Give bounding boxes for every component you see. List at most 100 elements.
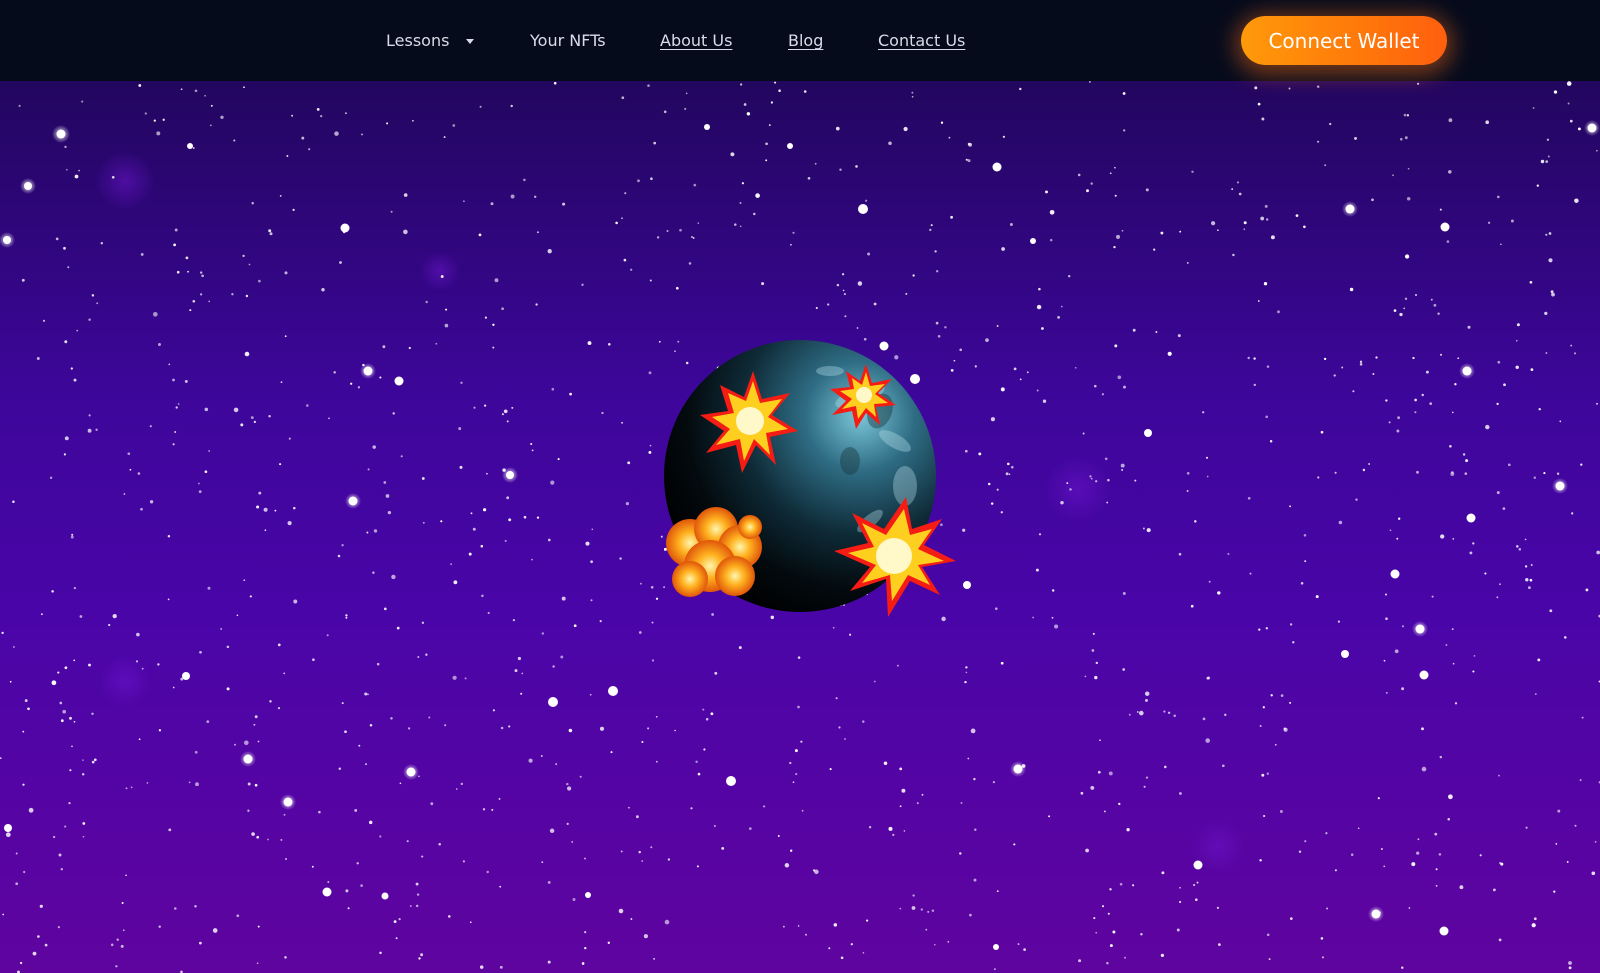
star xyxy=(1145,188,1149,192)
star xyxy=(1288,87,1291,90)
star xyxy=(1013,843,1016,846)
star xyxy=(901,788,906,793)
star xyxy=(73,378,77,382)
star xyxy=(1550,290,1554,294)
star xyxy=(122,929,125,932)
star xyxy=(168,828,172,832)
nav-about-us-link[interactable]: About Us xyxy=(660,29,732,53)
nav-blog-link[interactable]: Blog xyxy=(788,29,823,53)
star xyxy=(1545,160,1549,163)
star xyxy=(656,236,660,239)
star xyxy=(839,168,842,171)
star xyxy=(1397,416,1401,420)
star xyxy=(748,827,752,830)
star xyxy=(1333,374,1336,377)
star xyxy=(472,527,476,531)
star xyxy=(897,664,899,667)
star xyxy=(1238,192,1242,196)
star xyxy=(828,947,831,950)
star xyxy=(1393,309,1397,312)
star xyxy=(506,496,510,500)
star xyxy=(120,944,124,948)
star xyxy=(1190,604,1194,608)
star xyxy=(1349,287,1354,292)
star xyxy=(794,749,798,753)
star xyxy=(1354,136,1357,140)
star xyxy=(403,229,408,235)
connect-wallet-button[interactable]: Connect Wallet xyxy=(1241,16,1447,65)
star xyxy=(208,300,211,303)
nav-lessons-link[interactable]: Lessons xyxy=(386,29,449,53)
star xyxy=(240,423,244,427)
star xyxy=(82,835,85,838)
star xyxy=(197,482,200,485)
star xyxy=(628,806,630,809)
nav-your-nfts-link[interactable]: Your NFTs xyxy=(530,29,606,53)
star xyxy=(903,126,908,132)
star xyxy=(428,716,431,719)
star xyxy=(18,104,21,107)
star xyxy=(200,271,203,274)
star xyxy=(487,611,490,615)
star xyxy=(1439,208,1442,211)
star xyxy=(82,822,86,825)
star xyxy=(1041,327,1044,330)
star xyxy=(244,351,250,357)
star xyxy=(1464,472,1468,475)
star xyxy=(1253,357,1256,360)
star xyxy=(1548,232,1552,235)
star xyxy=(996,325,999,327)
star xyxy=(82,759,84,761)
star xyxy=(1499,862,1502,865)
star xyxy=(1408,907,1411,909)
star xyxy=(1132,328,1136,332)
star xyxy=(269,232,273,236)
star xyxy=(849,633,852,636)
star xyxy=(1534,693,1537,696)
star xyxy=(1265,627,1268,630)
star xyxy=(531,449,534,452)
star xyxy=(814,162,817,165)
star xyxy=(663,547,667,551)
star xyxy=(1377,797,1380,800)
star xyxy=(63,246,66,250)
star xyxy=(453,580,458,585)
star xyxy=(842,289,845,292)
star xyxy=(973,878,977,882)
star xyxy=(422,521,425,524)
star xyxy=(637,179,640,183)
star xyxy=(967,159,971,163)
star xyxy=(1132,884,1135,887)
star xyxy=(674,729,676,732)
star xyxy=(520,692,523,695)
star xyxy=(1101,905,1105,908)
star xyxy=(420,953,424,957)
nav-contact-us-link[interactable]: Contact Us xyxy=(878,29,965,53)
star xyxy=(357,386,361,389)
star xyxy=(1414,398,1417,402)
star xyxy=(1438,853,1442,856)
star xyxy=(1283,727,1286,730)
star xyxy=(1529,280,1533,284)
star xyxy=(1452,538,1455,540)
star xyxy=(209,124,212,127)
caret-down-icon[interactable] xyxy=(466,39,474,44)
star xyxy=(1217,229,1219,232)
star xyxy=(651,659,655,662)
star xyxy=(1191,170,1194,173)
star xyxy=(1121,229,1124,232)
star xyxy=(1289,623,1293,626)
star xyxy=(797,705,800,709)
star xyxy=(1218,943,1221,946)
star xyxy=(1448,794,1453,800)
star xyxy=(491,808,494,811)
star xyxy=(192,147,195,149)
star xyxy=(1049,238,1053,242)
star xyxy=(498,797,501,800)
star xyxy=(705,717,709,721)
star xyxy=(783,925,785,928)
star xyxy=(71,745,73,748)
star xyxy=(1138,710,1144,716)
star xyxy=(462,860,465,863)
star xyxy=(912,894,915,897)
